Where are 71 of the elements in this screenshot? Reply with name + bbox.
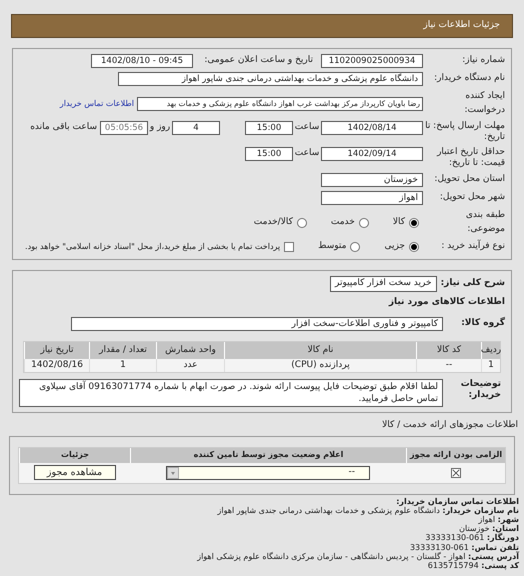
field-label: متوسط xyxy=(318,240,346,253)
column-header: واحد شمارش xyxy=(156,342,224,359)
field-label: مهلت ارسال پاسخ: تا تاریخ: xyxy=(424,121,505,143)
checkbox[interactable] xyxy=(284,242,294,252)
field-label: حداقل تاریخ اعتبار قیمت: تا تاریخ: xyxy=(436,147,505,169)
text-field[interactable]: 1402/08/10 - 09:45 xyxy=(91,54,193,68)
section-title: اطلاعات کالاهای مورد نیاز xyxy=(388,296,505,308)
field-label: گروه کالا: xyxy=(460,317,505,330)
field-label: ساعت xyxy=(294,121,320,134)
buyer-contact-link[interactable]: اطلاعات تماس خریدار xyxy=(60,98,134,110)
buyer-notes: لطفا اقلام طبق توضیحات فایل پیوست ارائه شوند. در صورت ابهام با شماره 09163071774 آقای سیلاوی تماس حاصل فرمایید. xyxy=(19,379,443,407)
column-header: اعلام وضعیت مجوز توسط تامین کننده xyxy=(130,448,406,462)
field-label: طبقه بندی موضوعی: xyxy=(464,209,505,236)
text-field[interactable]: 05:05:56 xyxy=(100,121,148,135)
column-header: جزئیات xyxy=(19,448,130,462)
field-label: نام دستگاه خریدار: xyxy=(433,72,505,86)
table-cell: -- xyxy=(416,359,481,372)
section-title: اطلاعات تماس سازمان خریدار: xyxy=(395,496,519,506)
column-header: تعداد / مقدار xyxy=(89,342,156,359)
checkbox[interactable] xyxy=(450,468,460,478)
text-field[interactable]: کامپیوتر و فناوری اطلاعات-سخت افزار xyxy=(71,317,443,331)
field-label: روز و xyxy=(148,121,172,134)
text-field[interactable]: 1402/08/14 xyxy=(321,121,423,135)
field-label: ساعت xyxy=(294,147,320,160)
field-label: ساعت باقی مانده xyxy=(30,121,97,134)
text-field[interactable]: خرید سخت افزار کامپیوتر xyxy=(330,276,437,292)
page-title: جزئیات اطلاعات نیاز xyxy=(423,19,500,32)
column-header: الزامی بودن ارائه مجوز xyxy=(406,448,505,462)
text-field[interactable]: 1102009025000934 xyxy=(321,54,423,68)
view-license-button[interactable]: مشاهده مجوز xyxy=(34,465,116,480)
field-label: استان محل تحویل: xyxy=(433,173,505,186)
radio-button[interactable] xyxy=(296,218,307,228)
field-label: کالا/خدمت xyxy=(254,216,293,229)
column-header: ردیف xyxy=(481,342,500,359)
dropdown-icon[interactable] xyxy=(167,466,179,478)
text-field[interactable]: خوزستان xyxy=(321,173,423,187)
status-dropdown[interactable]: -- xyxy=(166,466,370,480)
text-field[interactable]: 15:00 xyxy=(245,121,293,135)
contact-line: شهر: اهواز xyxy=(478,514,519,524)
radio-button[interactable] xyxy=(358,218,369,228)
section-title: اطلاعات مجوزهای ارائه خدمت / کالا xyxy=(381,419,519,432)
field-label: خدمت xyxy=(330,216,355,229)
table-cell: 1 xyxy=(481,359,500,372)
text-field[interactable]: اهواز xyxy=(321,191,423,205)
text-field[interactable]: 1402/09/14 xyxy=(321,147,423,161)
field-label: جزیی xyxy=(384,240,405,253)
text-field[interactable]: دانشگاه علوم پزشکی و خدمات بهداشتی درمانی جندی شاپور اهواز xyxy=(118,72,423,86)
field-label: شهر محل تحویل: xyxy=(438,191,505,204)
table-cell: پردازنده (CPU) xyxy=(224,359,416,372)
field-label: ایجاد کننده درخواست: xyxy=(464,90,505,116)
field-label: نوع فرآیند خرید : xyxy=(440,240,505,253)
field-label: کالا xyxy=(392,216,405,229)
table-cell: 1402/08/16 xyxy=(24,359,89,372)
column-header: نام کالا xyxy=(224,342,416,359)
contact-line: آدرس پستی: اهواز - گلستان - پردیس دانشگاهی - سازمان مرکزی دانشگاه علوم پزشکی اهواز xyxy=(196,552,519,561)
field-label: شرح کلی نیاز: xyxy=(440,276,505,290)
table-cell: عدد xyxy=(156,359,224,372)
radio-button[interactable] xyxy=(350,242,360,252)
field-label: توضیحات خریدار: xyxy=(460,379,501,401)
radio-button[interactable] xyxy=(409,242,419,252)
contact-line: استان: خوزستان xyxy=(458,524,519,534)
column-header: کد کالا xyxy=(416,342,481,359)
text-field[interactable]: 4 xyxy=(172,121,220,135)
table-cell: 1 xyxy=(89,359,156,372)
text-field[interactable]: 15:00 xyxy=(245,147,293,161)
treasury-note: پرداخت تمام یا بخشی از مبلغ خرید،از محل "اسناد خزانه اسلامی" خواهد بود. xyxy=(25,240,280,253)
column-header: تاریخ نیاز xyxy=(24,342,89,359)
field-label: تاریخ و ساعت اعلان عمومی: xyxy=(203,54,313,68)
radio-button[interactable] xyxy=(409,218,419,228)
field-label: شماره نیاز: xyxy=(461,54,505,68)
contact-line: نام سازمان خریدار: دانشگاه علوم پزشکی و خدمات بهداشتی درمانی جندی شاپور اهواز xyxy=(216,506,519,515)
